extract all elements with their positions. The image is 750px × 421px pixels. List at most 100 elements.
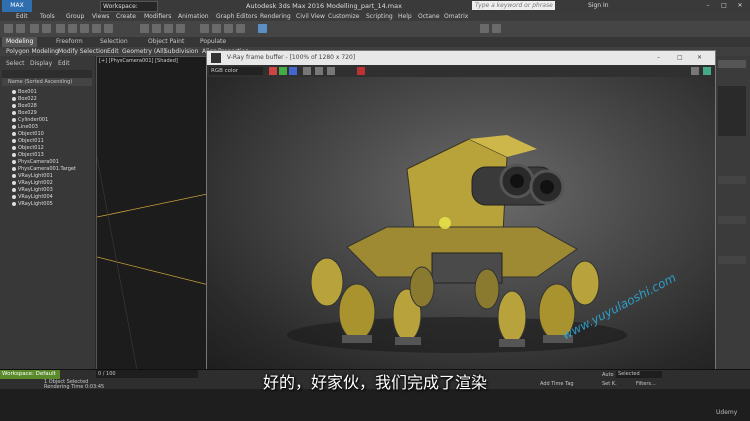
redo-icon[interactable] (16, 24, 25, 33)
green-channel-icon[interactable] (279, 67, 287, 75)
search-input[interactable]: Type a keyword or phrase (472, 1, 555, 10)
list-item[interactable]: VRayLight002 (12, 180, 53, 187)
render-icon[interactable] (691, 67, 699, 75)
color-correction-icon[interactable] (703, 67, 711, 75)
list-item[interactable]: PhysCamera001 (12, 159, 59, 166)
explorer-menu-select[interactable]: Select (6, 60, 25, 68)
parameter-field[interactable] (718, 176, 746, 184)
list-item[interactable]: Object011 (12, 138, 44, 145)
add-time-tag-button[interactable]: Add Time Tag (540, 381, 574, 387)
explorer-menu-edit[interactable]: Edit (58, 60, 70, 68)
close-icon[interactable]: ✕ (697, 51, 702, 65)
app-logo[interactable]: MAX (2, 0, 32, 12)
menu-rendering[interactable]: Rendering (260, 12, 291, 21)
menu-views[interactable]: Views (92, 12, 109, 21)
menu-edit[interactable]: Edit (16, 12, 28, 21)
region-render-icon[interactable] (327, 67, 335, 75)
list-item[interactable]: Box029 (12, 110, 37, 117)
menu-civil-view[interactable]: Civil View (296, 12, 325, 21)
clear-image-icon[interactable] (315, 67, 323, 75)
tab-modeling[interactable]: Modeling (2, 37, 38, 47)
workspace-status[interactable]: Workspace: Default (0, 370, 60, 379)
list-item[interactable]: Box001 (12, 89, 37, 96)
menu-omatrix[interactable]: Omatrix (444, 12, 468, 21)
menu-tools[interactable]: Tools (40, 12, 55, 21)
render-active-icon[interactable] (258, 24, 267, 33)
ribbon-edit[interactable]: Edit (107, 47, 119, 56)
minimize-icon[interactable]: – (657, 51, 660, 65)
menu-help[interactable]: Help (398, 12, 412, 21)
maximize-icon[interactable]: □ (716, 0, 732, 12)
angle-snap-icon[interactable] (152, 24, 161, 33)
select-icon[interactable] (56, 24, 65, 33)
tab-populate[interactable]: Populate (200, 37, 226, 47)
close-icon[interactable]: ✕ (732, 0, 748, 12)
menu-graph-editors[interactable]: Graph Editors (216, 12, 257, 21)
select-by-name-icon[interactable] (68, 24, 77, 33)
filters-button[interactable]: Filters... (636, 381, 656, 387)
list-item[interactable]: Object012 (12, 145, 44, 152)
list-item[interactable]: Object013 (12, 152, 44, 159)
move-icon[interactable] (80, 24, 89, 33)
unlink-icon[interactable] (42, 24, 51, 33)
list-item[interactable]: VRayLight004 (12, 194, 53, 201)
auto-key-button[interactable]: Auto (602, 372, 614, 378)
list-item[interactable]: Object010 (12, 131, 44, 138)
stop-render-icon[interactable] (357, 67, 365, 75)
blue-channel-icon[interactable] (289, 67, 297, 75)
list-item[interactable]: Cylinder001 (12, 117, 48, 124)
snap-icon[interactable] (140, 24, 149, 33)
modifier-list[interactable] (718, 86, 746, 136)
menu-animation[interactable]: Animation (178, 12, 209, 21)
channel-select[interactable]: RGB color (209, 67, 263, 75)
menu-scripting[interactable]: Scripting (366, 12, 393, 21)
red-channel-icon[interactable] (269, 67, 277, 75)
tab-object-paint[interactable]: Object Paint (148, 37, 184, 47)
ribbon-polygon-modeling[interactable]: Polygon Modeling (6, 47, 59, 56)
command-tab-create[interactable] (718, 60, 746, 68)
render-frame-icon[interactable] (236, 24, 245, 33)
viewport[interactable]: [+] [PhysCamera001] [Shaded] (96, 56, 218, 371)
menu-customize[interactable]: Customize (328, 12, 360, 21)
ribbon-subdivision[interactable]: Subdivision (164, 47, 198, 56)
explorer-menu-display[interactable]: Display (30, 60, 52, 68)
mirror-icon[interactable] (164, 24, 173, 33)
tab-selection[interactable]: Selection (100, 37, 128, 47)
menu-octane[interactable]: Octane (418, 12, 440, 21)
undo-icon[interactable] (4, 24, 13, 33)
menu-create[interactable]: Create (116, 12, 136, 21)
ribbon-geometry[interactable]: Geometry (All) (122, 47, 166, 56)
parameter-field[interactable] (718, 256, 746, 264)
time-slider[interactable]: 0 / 100 (96, 370, 198, 378)
maximize-icon[interactable]: □ (677, 51, 683, 65)
vray-frame-buffer-icon[interactable] (492, 24, 501, 33)
vfb-title-bar[interactable]: V-Ray frame buffer - [100% of 1280 x 720… (207, 51, 715, 65)
save-image-icon[interactable] (303, 67, 311, 75)
list-item[interactable]: PhysCamera001.Target (12, 166, 76, 173)
scale-icon[interactable] (104, 24, 113, 33)
render-icon[interactable] (224, 24, 233, 33)
minimize-icon[interactable]: – (700, 0, 716, 12)
list-item[interactable]: VRayLight003 (12, 187, 53, 194)
list-item[interactable]: VRayLight001 (12, 173, 53, 180)
workspace-selector[interactable]: Workspace: Default (100, 1, 158, 19)
render-setup-icon[interactable] (212, 24, 221, 33)
explorer-column-header[interactable]: Name (Sorted Ascending) (2, 78, 92, 86)
list-item[interactable]: VRayLight005 (12, 201, 53, 208)
link-icon[interactable] (30, 24, 39, 33)
set-key-button[interactable]: Set K. (602, 381, 617, 387)
parameter-field[interactable] (718, 216, 746, 224)
menu-modifiers[interactable]: Modifiers (144, 12, 171, 21)
list-item[interactable]: Line003 (12, 124, 38, 131)
key-filter-select[interactable]: Selected (616, 371, 662, 378)
list-item[interactable]: Box022 (12, 96, 37, 103)
list-item[interactable]: Box028 (12, 103, 37, 110)
sign-in-link[interactable]: Sign In (588, 0, 609, 12)
tab-freeform[interactable]: Freeform (56, 37, 83, 47)
menu-group[interactable]: Group (66, 12, 84, 21)
vray-icon[interactable] (480, 24, 489, 33)
ribbon-modify-selection[interactable]: Modify Selection (58, 47, 107, 56)
rotate-icon[interactable] (92, 24, 101, 33)
material-editor-icon[interactable] (200, 24, 209, 33)
align-icon[interactable] (176, 24, 185, 33)
